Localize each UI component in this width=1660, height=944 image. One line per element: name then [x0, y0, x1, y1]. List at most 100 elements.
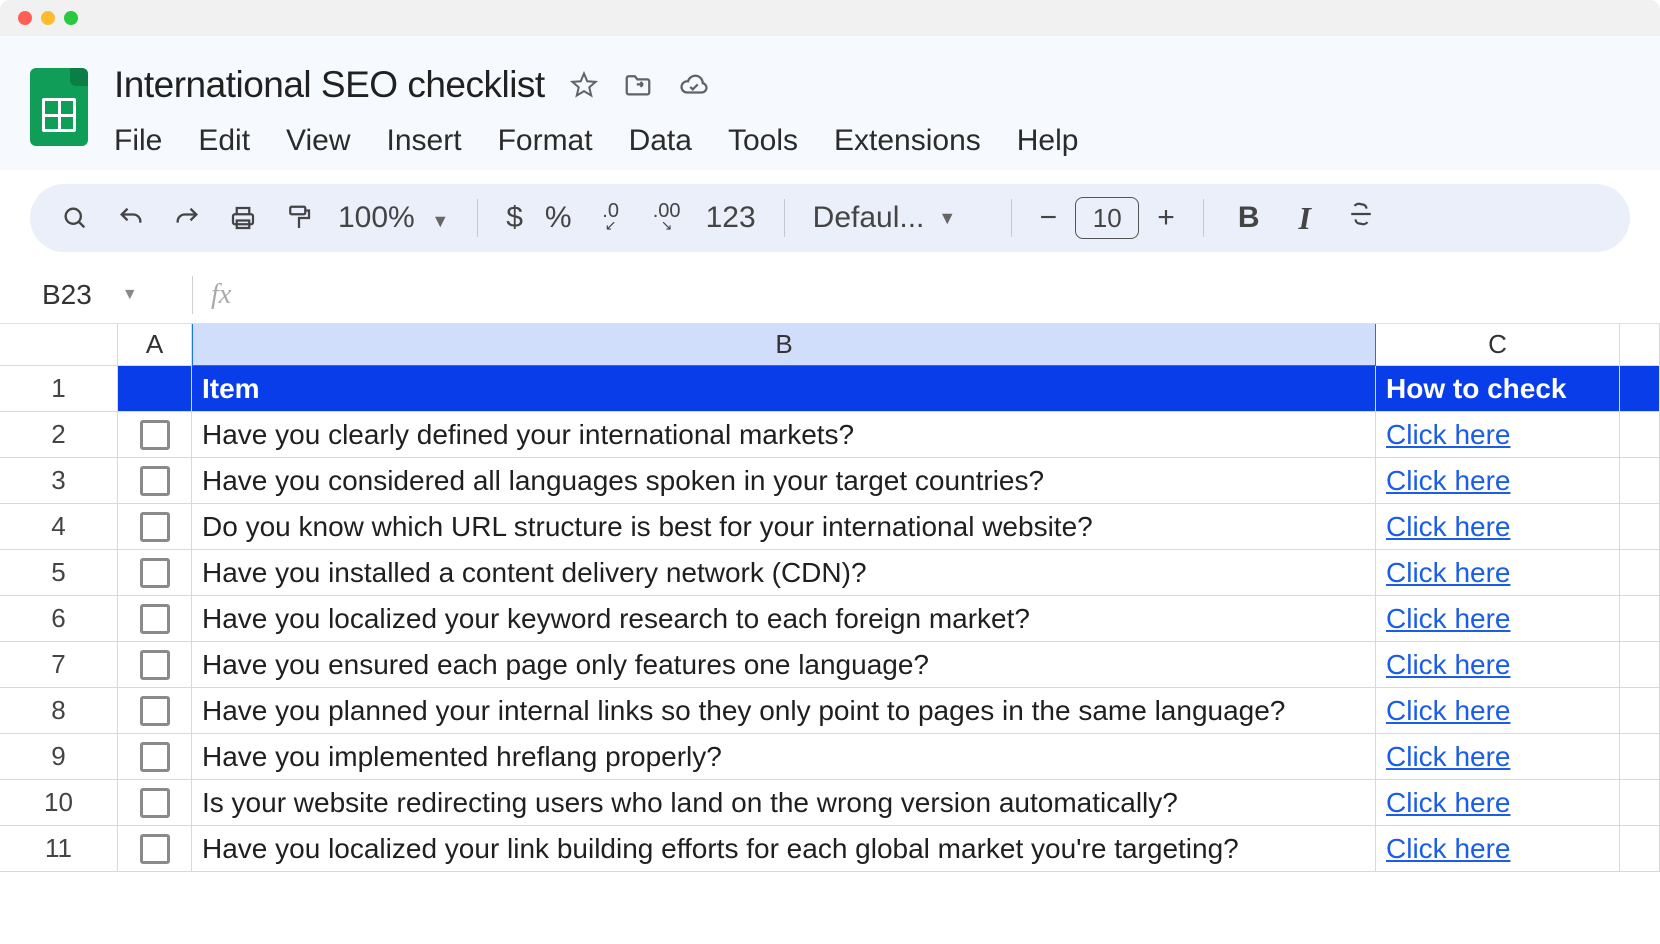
row-header[interactable]: 2	[0, 412, 118, 458]
link-cell[interactable]: Click here	[1376, 642, 1620, 688]
item-cell[interactable]: Have you planned your internal links so …	[192, 688, 1376, 734]
bold-button[interactable]: B	[1232, 201, 1266, 235]
cell-b1-item-header[interactable]: Item	[192, 366, 1376, 412]
cell-extra[interactable]	[1620, 504, 1660, 550]
zoom-dropdown[interactable]: 100% ▼	[338, 201, 449, 235]
number-format-button[interactable]: 123	[706, 201, 756, 235]
cell-extra[interactable]	[1620, 826, 1660, 872]
column-header-b[interactable]: B	[192, 324, 1376, 366]
print-icon[interactable]	[226, 203, 260, 233]
cell-extra[interactable]	[1620, 596, 1660, 642]
link-cell[interactable]: Click here	[1376, 596, 1620, 642]
row-header[interactable]: 6	[0, 596, 118, 642]
help-menu[interactable]: Help	[1017, 124, 1079, 158]
decrease-font-button[interactable]: −	[1040, 201, 1058, 235]
cell-extra[interactable]	[1620, 550, 1660, 596]
checkbox-cell[interactable]	[118, 826, 192, 872]
checkbox-cell[interactable]	[118, 642, 192, 688]
row-header[interactable]: 5	[0, 550, 118, 596]
item-cell[interactable]: Is your website redirecting users who la…	[192, 780, 1376, 826]
checkbox-cell[interactable]	[118, 596, 192, 642]
checkbox-cell[interactable]	[118, 504, 192, 550]
checkbox-cell[interactable]	[118, 458, 192, 504]
click-here-link[interactable]: Click here	[1386, 649, 1510, 681]
item-cell[interactable]: Have you clearly defined your internatio…	[192, 412, 1376, 458]
close-window-dot[interactable]	[18, 11, 32, 25]
name-box[interactable]: B23 ▼	[0, 279, 192, 311]
item-cell[interactable]: Have you localized your link building ef…	[192, 826, 1376, 872]
cell-extra[interactable]	[1620, 642, 1660, 688]
view-menu[interactable]: View	[286, 124, 350, 158]
checkbox[interactable]	[140, 420, 170, 450]
item-cell[interactable]: Have you localized your keyword research…	[192, 596, 1376, 642]
row-header[interactable]: 4	[0, 504, 118, 550]
cell-extra[interactable]	[1620, 366, 1660, 412]
insert-menu[interactable]: Insert	[387, 124, 462, 158]
cell-extra[interactable]	[1620, 688, 1660, 734]
cell-extra[interactable]	[1620, 734, 1660, 780]
click-here-link[interactable]: Click here	[1386, 557, 1510, 589]
checkbox-cell[interactable]	[118, 780, 192, 826]
column-header-extra[interactable]	[1620, 324, 1660, 366]
cell-extra[interactable]	[1620, 780, 1660, 826]
link-cell[interactable]: Click here	[1376, 458, 1620, 504]
checkbox-cell[interactable]	[118, 550, 192, 596]
link-cell[interactable]: Click here	[1376, 412, 1620, 458]
decrease-decimal-button[interactable]: .0↙	[594, 204, 628, 232]
extensions-menu[interactable]: Extensions	[834, 124, 981, 158]
file-menu[interactable]: File	[114, 124, 162, 158]
checkbox[interactable]	[140, 466, 170, 496]
click-here-link[interactable]: Click here	[1386, 419, 1510, 451]
formula-bar[interactable]	[231, 266, 1660, 323]
link-cell[interactable]: Click here	[1376, 826, 1620, 872]
checkbox[interactable]	[140, 742, 170, 772]
click-here-link[interactable]: Click here	[1386, 833, 1510, 865]
checkbox-cell[interactable]	[118, 688, 192, 734]
link-cell[interactable]: Click here	[1376, 780, 1620, 826]
row-header[interactable]: 8	[0, 688, 118, 734]
checkbox[interactable]	[140, 558, 170, 588]
cell-extra[interactable]	[1620, 412, 1660, 458]
click-here-link[interactable]: Click here	[1386, 741, 1510, 773]
checkbox[interactable]	[140, 834, 170, 864]
select-all-corner[interactable]	[0, 324, 118, 366]
maximize-window-dot[interactable]	[64, 11, 78, 25]
checkbox[interactable]	[140, 512, 170, 542]
search-icon[interactable]	[58, 204, 92, 232]
font-size-input[interactable]: 10	[1075, 197, 1139, 239]
format-menu[interactable]: Format	[498, 124, 593, 158]
checkbox-cell[interactable]	[118, 734, 192, 780]
link-cell[interactable]: Click here	[1376, 688, 1620, 734]
increase-font-button[interactable]: +	[1157, 201, 1175, 235]
increase-decimal-button[interactable]: .00↘	[650, 204, 684, 232]
click-here-link[interactable]: Click here	[1386, 695, 1510, 727]
cloud-status-icon[interactable]	[677, 70, 711, 100]
checkbox[interactable]	[140, 604, 170, 634]
italic-button[interactable]: I	[1288, 200, 1322, 237]
cell-c1-how-header[interactable]: How to check	[1376, 366, 1620, 412]
item-cell[interactable]: Do you know which URL structure is best …	[192, 504, 1376, 550]
link-cell[interactable]: Click here	[1376, 734, 1620, 780]
row-header[interactable]: 7	[0, 642, 118, 688]
cell-a1[interactable]	[118, 366, 192, 412]
strikethrough-button[interactable]	[1344, 201, 1378, 235]
currency-button[interactable]: $	[506, 201, 523, 235]
percent-button[interactable]: %	[545, 201, 572, 235]
checkbox[interactable]	[140, 650, 170, 680]
checkbox[interactable]	[140, 788, 170, 818]
checkbox[interactable]	[140, 696, 170, 726]
data-menu[interactable]: Data	[629, 124, 692, 158]
row-header[interactable]: 1	[0, 366, 118, 412]
click-here-link[interactable]: Click here	[1386, 511, 1510, 543]
click-here-link[interactable]: Click here	[1386, 603, 1510, 635]
undo-icon[interactable]	[114, 204, 148, 232]
row-header[interactable]: 10	[0, 780, 118, 826]
redo-icon[interactable]	[170, 204, 204, 232]
click-here-link[interactable]: Click here	[1386, 787, 1510, 819]
link-cell[interactable]: Click here	[1376, 504, 1620, 550]
row-header[interactable]: 9	[0, 734, 118, 780]
row-header[interactable]: 3	[0, 458, 118, 504]
star-icon[interactable]	[569, 70, 599, 100]
tools-menu[interactable]: Tools	[728, 124, 798, 158]
column-header-c[interactable]: C	[1376, 324, 1620, 366]
